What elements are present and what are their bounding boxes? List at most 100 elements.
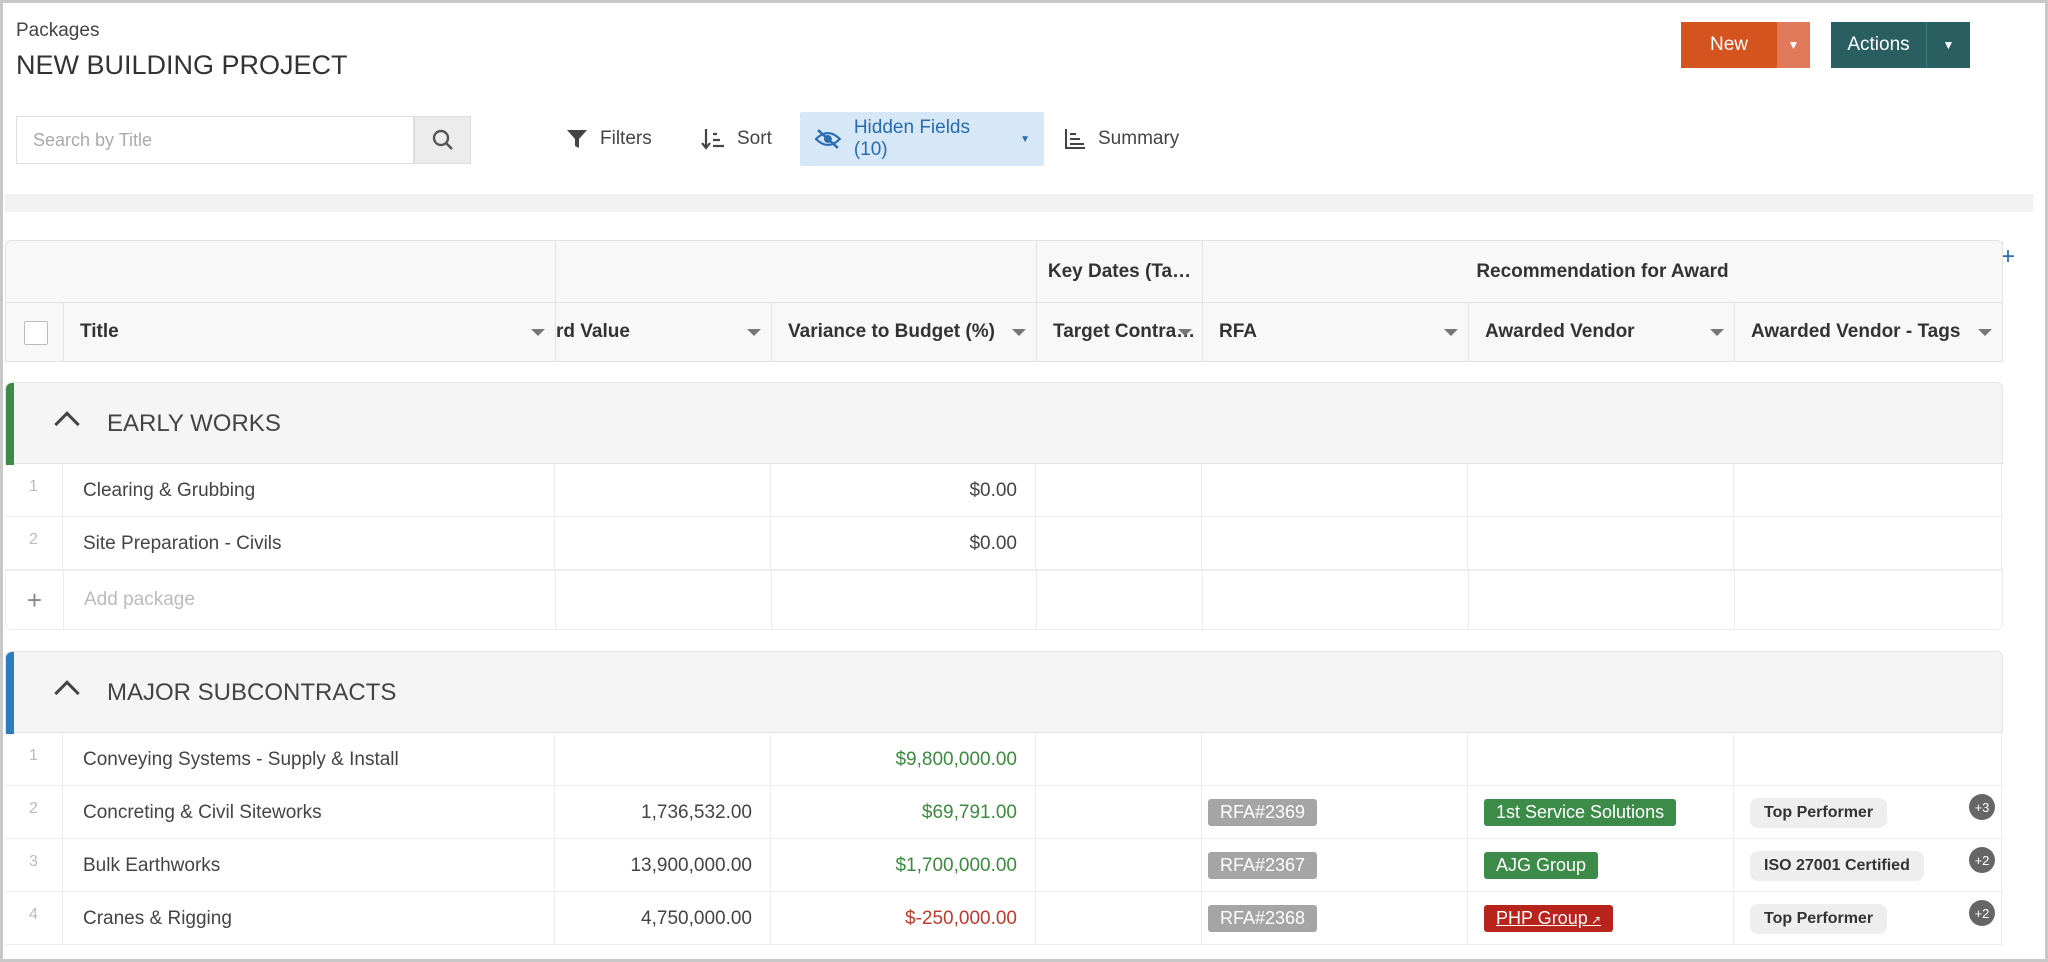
actions-dropdown-button[interactable]: ▼ (1926, 22, 1970, 68)
cell-variance[interactable]: $0.00 (771, 517, 1036, 570)
cell-vendor[interactable]: PHP Group ↗ (1468, 892, 1734, 945)
hidden-fields-button[interactable]: Hidden Fields (10) ▼ (800, 112, 1044, 166)
cell-vendor[interactable] (1468, 464, 1734, 517)
cell-rfa[interactable] (1202, 733, 1468, 786)
chevron-down-icon[interactable] (1178, 329, 1192, 336)
vendor-badge[interactable]: AJG Group (1484, 852, 1599, 879)
group-header-empty-2 (556, 241, 1037, 303)
cell-title[interactable]: Concreting & Civil Siteworks (63, 786, 555, 839)
cell-rfa[interactable] (1202, 464, 1468, 517)
cell-tags[interactable]: ISO 27001 Certified +2 (1734, 839, 2002, 892)
more-tags-badge[interactable]: +2 (1969, 847, 1995, 873)
chevron-down-icon[interactable] (747, 329, 761, 336)
cell-title[interactable]: Cranes & Rigging (63, 892, 555, 945)
cell-tags[interactable] (1734, 733, 2002, 786)
sort-button[interactable]: Sort (687, 112, 786, 166)
table-row[interactable]: 2 Concreting & Civil Siteworks 1,736,532… (5, 786, 2003, 839)
cell-award-value[interactable]: 13,900,000.00 (555, 839, 771, 892)
table-row[interactable]: 3 Bulk Earthworks 13,900,000.00 $1,700,0… (5, 839, 2003, 892)
table-row[interactable]: 1 Clearing & Grubbing $0.00 (5, 464, 2003, 517)
chevron-up-icon[interactable] (54, 411, 80, 437)
chevron-down-icon[interactable] (1710, 329, 1724, 336)
cell-title[interactable]: Bulk Earthworks (63, 839, 555, 892)
section-header[interactable]: EARLY WORKS (5, 382, 2003, 465)
table-row[interactable]: 2 Site Preparation - Civils $0.00 (5, 517, 2003, 570)
col-variance[interactable]: Variance to Budget (%) (772, 303, 1037, 361)
add-column-icon[interactable]: + (2001, 243, 2015, 271)
cell-rfa[interactable]: RFA#2368 (1202, 892, 1468, 945)
actions-button[interactable]: Actions (1831, 22, 1926, 68)
external-link-icon: ↗ (1587, 913, 1602, 927)
empty-cell (1037, 571, 1203, 629)
rfa-badge[interactable]: RFA#2367 (1208, 852, 1318, 879)
cell-variance[interactable]: $0.00 (771, 464, 1036, 517)
cell-variance[interactable]: $69,791.00 (771, 786, 1036, 839)
col-rfa[interactable]: RFA (1203, 303, 1469, 361)
cell-vendor[interactable] (1468, 733, 1734, 786)
col-award-value[interactable]: rd Value (556, 303, 772, 361)
cell-target[interactable] (1036, 464, 1202, 517)
cell-tags[interactable]: Top Performer +3 (1734, 786, 2002, 839)
col-vendor-tags[interactable]: Awarded Vendor - Tags (1735, 303, 2003, 361)
table-row[interactable]: 1 Conveying Systems - Supply & Install $… (5, 733, 2003, 786)
rfa-badge[interactable]: RFA#2369 (1208, 799, 1318, 826)
cell-tags[interactable] (1734, 464, 2002, 517)
filters-button[interactable]: Filters (552, 112, 666, 166)
cell-tags[interactable] (1734, 517, 2002, 570)
search-button[interactable] (414, 116, 471, 164)
cell-target[interactable] (1036, 733, 1202, 786)
cell-target[interactable] (1036, 517, 1202, 570)
empty-cell (772, 571, 1037, 629)
cell-rfa[interactable] (1202, 517, 1468, 570)
cell-rfa[interactable]: RFA#2369 (1202, 786, 1468, 839)
cell-rfa[interactable]: RFA#2367 (1202, 839, 1468, 892)
cell-vendor[interactable]: 1st Service Solutions (1468, 786, 1734, 839)
table-row[interactable]: 4 Cranes & Rigging 4,750,000.00 $-250,00… (5, 892, 2003, 945)
vendor-tag: Top Performer (1750, 903, 1888, 934)
vendor-badge[interactable]: PHP Group ↗ (1484, 905, 1614, 932)
cell-vendor[interactable] (1468, 517, 1734, 570)
cell-title[interactable]: Conveying Systems - Supply & Install (63, 733, 555, 786)
rfa-badge[interactable]: RFA#2368 (1208, 905, 1318, 932)
cell-award-value[interactable]: 1,736,532.00 (555, 786, 771, 839)
cell-title[interactable]: Clearing & Grubbing (63, 464, 555, 517)
col-title[interactable]: Title (64, 303, 556, 361)
page-title: NEW BUILDING PROJECT (16, 50, 348, 80)
chevron-down-icon[interactable] (1978, 329, 1992, 336)
cell-variance[interactable]: $-250,000.00 (771, 892, 1036, 945)
vendor-badge[interactable]: 1st Service Solutions (1484, 799, 1677, 826)
cell-tags[interactable]: Top Performer +2 (1734, 892, 2002, 945)
search-input[interactable] (16, 116, 414, 164)
add-package-row[interactable]: + Add package (5, 570, 2003, 630)
cell-award-value[interactable] (555, 517, 771, 570)
col-variance-label: Variance to Budget (%) (788, 321, 995, 342)
chevron-down-icon[interactable] (1444, 329, 1458, 336)
breadcrumb[interactable]: Packages (16, 20, 99, 42)
chevron-up-icon[interactable] (54, 680, 80, 706)
add-package-label[interactable]: Add package (64, 571, 556, 629)
chevron-down-icon[interactable] (531, 329, 545, 336)
select-all-cell (6, 303, 64, 361)
section-title: EARLY WORKS (107, 410, 281, 437)
cell-variance[interactable]: $9,800,000.00 (771, 733, 1036, 786)
col-awarded-vendor[interactable]: Awarded Vendor (1469, 303, 1735, 361)
cell-target[interactable] (1036, 892, 1202, 945)
cell-award-value[interactable] (555, 464, 771, 517)
cell-award-value[interactable] (555, 733, 771, 786)
col-target-contract[interactable]: Target Contra… (1037, 303, 1203, 361)
more-tags-badge[interactable]: +2 (1969, 900, 1995, 926)
new-dropdown-button[interactable]: ▼ (1777, 22, 1810, 68)
add-icon[interactable]: + (6, 571, 64, 629)
cell-target[interactable] (1036, 839, 1202, 892)
cell-variance[interactable]: $1,700,000.00 (771, 839, 1036, 892)
section-header[interactable]: MAJOR SUBCONTRACTS (5, 651, 2003, 734)
summary-button[interactable]: Summary (1050, 112, 1193, 166)
select-all-checkbox[interactable] (24, 321, 48, 345)
cell-vendor[interactable]: AJG Group (1468, 839, 1734, 892)
more-tags-badge[interactable]: +3 (1969, 794, 1995, 820)
cell-target[interactable] (1036, 786, 1202, 839)
cell-award-value[interactable]: 4,750,000.00 (555, 892, 771, 945)
cell-title[interactable]: Site Preparation - Civils (63, 517, 555, 570)
chevron-down-icon[interactable] (1012, 329, 1026, 336)
new-button[interactable]: New (1681, 22, 1777, 68)
